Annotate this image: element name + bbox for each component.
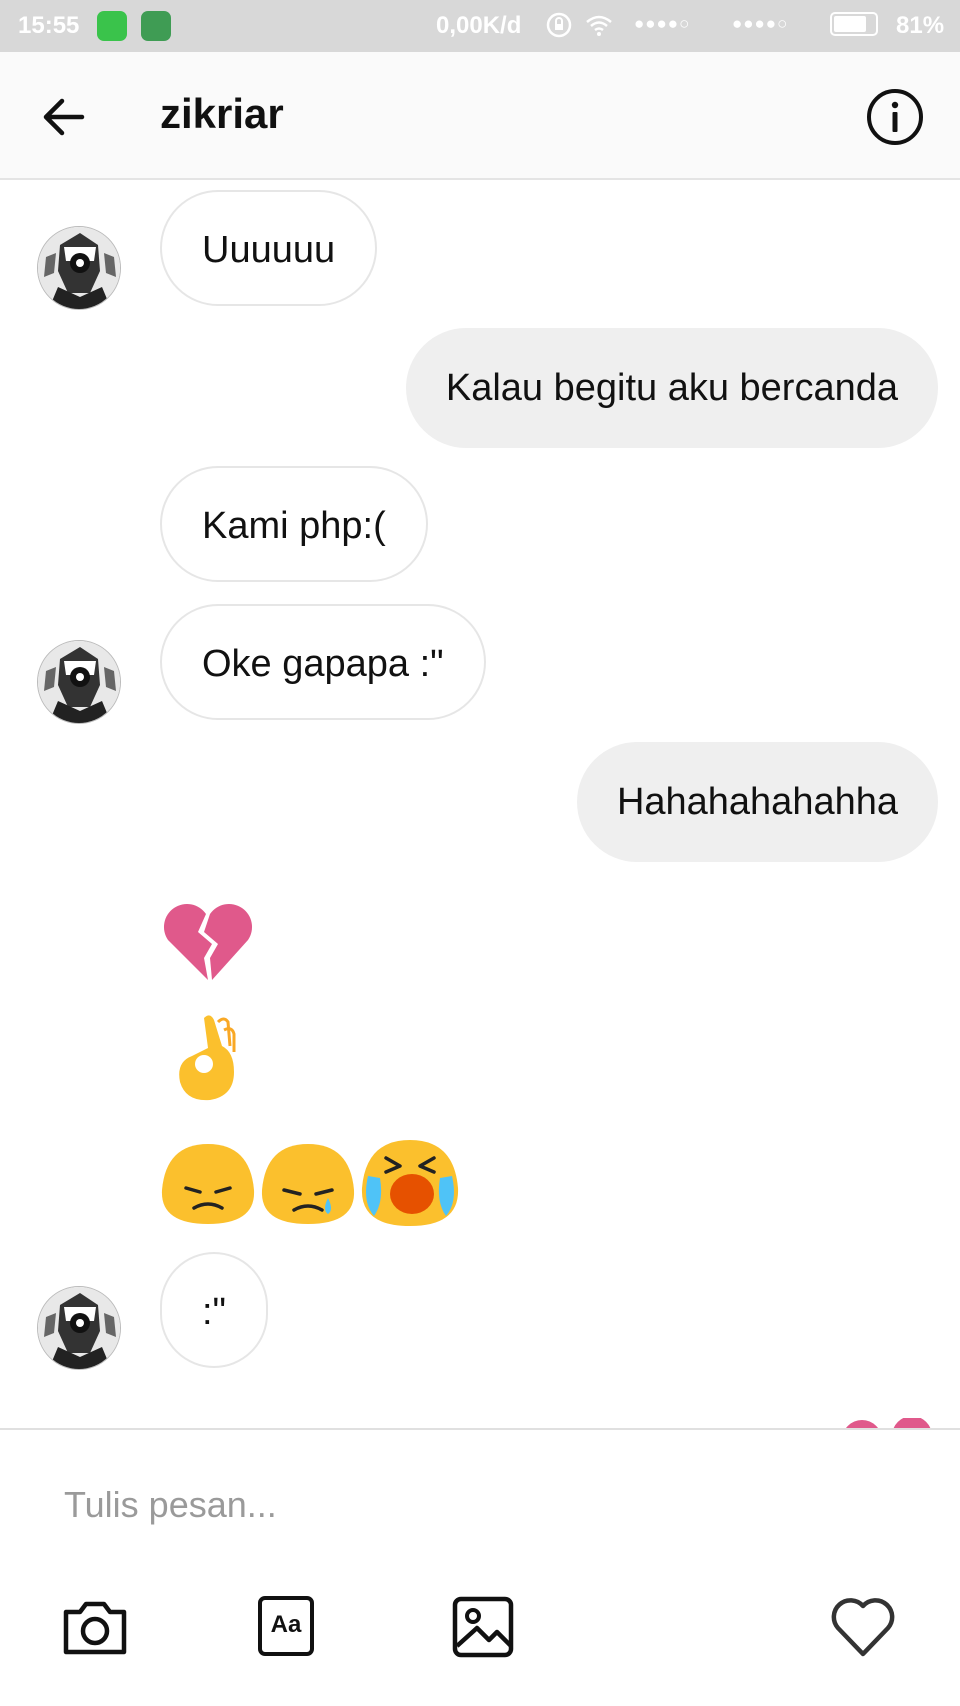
signal-2: ●●●●○: [732, 14, 789, 33]
avatar[interactable]: [37, 1286, 121, 1370]
avatar[interactable]: [37, 226, 121, 310]
avatar[interactable]: [37, 640, 121, 724]
network-speed: 0,00K/d: [436, 12, 522, 39]
avatar-image: [38, 641, 120, 723]
cat-app-icon: [141, 11, 171, 41]
incoming-message[interactable]: Kami php:(: [160, 466, 428, 582]
two-hearts-icon[interactable]: [842, 1418, 934, 1428]
pensive-face-icon[interactable]: [160, 1140, 256, 1226]
outgoing-message[interactable]: Kalau begitu aku bercanda: [405, 328, 938, 448]
gallery-icon[interactable]: [449, 1592, 519, 1662]
wifi-icon: [586, 15, 612, 36]
avatar-image: [38, 227, 120, 309]
text-style-label: Aa: [270, 1611, 302, 1638]
incoming-message[interactable]: Oke gapapa :": [160, 604, 486, 720]
battery-percent: 81%: [896, 12, 945, 39]
chat-header: zikriar: [0, 52, 960, 180]
camera-icon[interactable]: [60, 1592, 130, 1662]
rotation-lock-icon: [546, 12, 572, 38]
signal-1: ●●●●○: [634, 14, 691, 33]
broken-heart-icon[interactable]: [160, 902, 256, 982]
contact-name[interactable]: zikriar: [160, 90, 284, 138]
info-icon[interactable]: [866, 88, 924, 146]
message-composer: Aa: [0, 1428, 960, 1706]
status-time: 15:55: [18, 12, 80, 39]
avatar-image: [38, 1287, 120, 1369]
loudly-crying-face-icon[interactable]: [360, 1136, 460, 1228]
line-app-icon: [97, 11, 127, 41]
status-bar: 15:55 0,00K/d ●●●●○ ●●●●○ 81%: [0, 0, 960, 52]
message-thread[interactable]: Uuuuuu Kalau begitu aku bercanda Kami ph…: [0, 182, 960, 1428]
message-input[interactable]: [50, 1470, 778, 1540]
arrow-left-icon[interactable]: [38, 92, 88, 142]
text-style-icon[interactable]: Aa: [258, 1596, 314, 1656]
crying-face-icon[interactable]: [260, 1140, 356, 1226]
incoming-message[interactable]: Uuuuuu: [160, 190, 378, 306]
outgoing-message[interactable]: Hahahahahahha: [576, 742, 938, 862]
battery-icon: [830, 12, 878, 36]
incoming-message[interactable]: :": [160, 1252, 269, 1368]
heart-icon[interactable]: [828, 1592, 898, 1662]
ok-hand-icon[interactable]: [170, 1012, 244, 1102]
